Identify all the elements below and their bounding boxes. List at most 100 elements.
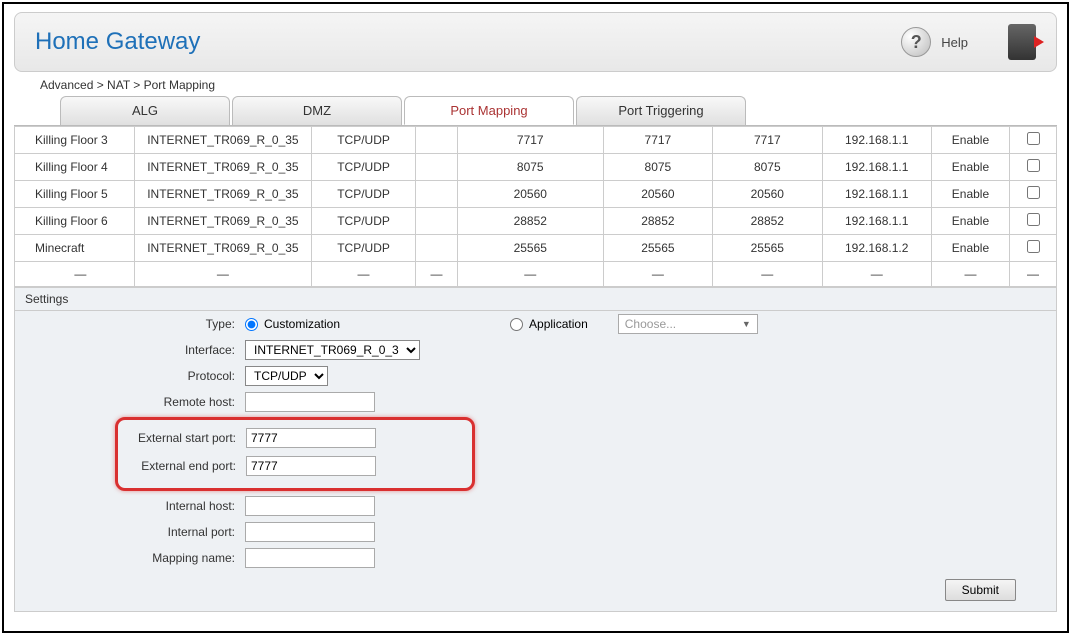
table-row: Killing Floor 5INTERNET_TR069_R_0_35TCP/…	[15, 181, 1057, 208]
row-checkbox[interactable]	[1027, 132, 1040, 145]
cell-blank	[416, 127, 458, 154]
row-checkbox[interactable]	[1027, 240, 1040, 253]
settings-panel: Settings Type: Customization Application…	[14, 287, 1057, 612]
application-select-label: Choose...	[625, 317, 676, 331]
cell-int-host: 192.168.1.1	[822, 181, 931, 208]
breadcrumb: Advanced > NAT > Port Mapping	[40, 78, 1067, 92]
sep-cell: —	[603, 262, 712, 287]
radio-customization[interactable]	[245, 318, 258, 331]
radio-application[interactable]	[510, 318, 523, 331]
internal-host-input[interactable]	[245, 496, 375, 516]
cell-checkbox	[1010, 208, 1057, 235]
cell-enable: Enable	[931, 208, 1009, 235]
app-title: Home Gateway	[35, 28, 200, 56]
table-row: Killing Floor 3INTERNET_TR069_R_0_35TCP/…	[15, 127, 1057, 154]
cell-blank	[416, 235, 458, 262]
table-row: MinecraftINTERNET_TR069_R_0_35TCP/UDP 255…	[15, 235, 1057, 262]
cell-int-port: 7717	[713, 127, 822, 154]
cell-name: Killing Floor 3	[15, 127, 135, 154]
external-start-port-input[interactable]	[246, 428, 376, 448]
cell-checkbox	[1010, 181, 1057, 208]
cell-checkbox	[1010, 127, 1057, 154]
internal-port-input[interactable]	[245, 522, 375, 542]
cell-name: Killing Floor 5	[15, 181, 135, 208]
table-row: Killing Floor 6INTERNET_TR069_R_0_35TCP/…	[15, 208, 1057, 235]
row-checkbox[interactable]	[1027, 186, 1040, 199]
label-interface: Interface:	[15, 343, 245, 357]
tab-dmz[interactable]: DMZ	[232, 96, 402, 125]
sep-cell: —	[311, 262, 415, 287]
cell-enable: Enable	[931, 154, 1009, 181]
mapping-name-input[interactable]	[245, 548, 375, 568]
cell-enable: Enable	[931, 235, 1009, 262]
cell-int-port: 25565	[713, 235, 822, 262]
label-type: Type:	[15, 317, 245, 331]
sep-cell: —	[134, 262, 311, 287]
row-checkbox[interactable]	[1027, 159, 1040, 172]
cell-ext-sport: 8075	[603, 154, 712, 181]
application-select[interactable]: Choose... ▼	[618, 314, 758, 334]
cell-interface: INTERNET_TR069_R_0_35	[134, 181, 311, 208]
sep-cell: —	[416, 262, 458, 287]
protocol-select[interactable]: TCP/UDP	[245, 366, 328, 386]
cell-interface: INTERNET_TR069_R_0_35	[134, 154, 311, 181]
cell-protocol: TCP/UDP	[311, 154, 415, 181]
port-mapping-table: Killing Floor 3INTERNET_TR069_R_0_35TCP/…	[14, 126, 1057, 287]
label-ext-start: External start port:	[126, 431, 246, 445]
cell-int-host: 192.168.1.1	[822, 154, 931, 181]
cell-interface: INTERNET_TR069_R_0_35	[134, 235, 311, 262]
cell-ext-port: 28852	[457, 208, 603, 235]
cell-name: Killing Floor 4	[15, 154, 135, 181]
cell-protocol: TCP/UDP	[311, 235, 415, 262]
settings-title: Settings	[15, 288, 1056, 311]
help-label[interactable]: Help	[941, 35, 968, 50]
cell-ext-port: 20560	[457, 181, 603, 208]
cell-int-port: 28852	[713, 208, 822, 235]
cell-blank	[416, 208, 458, 235]
label-protocol: Protocol:	[15, 369, 245, 383]
cell-int-host: 192.168.1.1	[822, 127, 931, 154]
sep-cell: —	[457, 262, 603, 287]
help-icon[interactable]: ?	[901, 27, 931, 57]
separator-row: ——————————	[15, 262, 1057, 287]
cell-enable: Enable	[931, 127, 1009, 154]
cell-checkbox	[1010, 154, 1057, 181]
cell-name: Killing Floor 6	[15, 208, 135, 235]
header: Home Gateway ? Help	[14, 12, 1057, 72]
cell-int-port: 20560	[713, 181, 822, 208]
radio-customization-label: Customization	[264, 317, 340, 331]
external-end-port-input[interactable]	[246, 456, 376, 476]
submit-button[interactable]: Submit	[945, 579, 1016, 601]
cell-int-host: 192.168.1.2	[822, 235, 931, 262]
label-internal-port: Internal port:	[15, 525, 245, 539]
cell-blank	[416, 154, 458, 181]
cell-blank	[416, 181, 458, 208]
cell-int-port: 8075	[713, 154, 822, 181]
logout-icon[interactable]	[1008, 24, 1036, 60]
cell-checkbox	[1010, 235, 1057, 262]
sep-cell: —	[931, 262, 1009, 287]
cell-ext-sport: 7717	[603, 127, 712, 154]
cell-interface: INTERNET_TR069_R_0_35	[134, 208, 311, 235]
cell-ext-sport: 25565	[603, 235, 712, 262]
label-internal-host: Internal host:	[15, 499, 245, 513]
cell-enable: Enable	[931, 181, 1009, 208]
highlight-annotation: External start port: External end port:	[115, 417, 475, 491]
cell-name: Minecraft	[15, 235, 135, 262]
sep-cell: —	[713, 262, 822, 287]
sep-cell: —	[822, 262, 931, 287]
tab-port-mapping[interactable]: Port Mapping	[404, 96, 574, 125]
sep-cell: —	[15, 262, 135, 287]
table-row: Killing Floor 4INTERNET_TR069_R_0_35TCP/…	[15, 154, 1057, 181]
label-remote-host: Remote host:	[15, 395, 245, 409]
radio-application-label: Application	[529, 317, 588, 331]
chevron-down-icon: ▼	[742, 319, 751, 329]
tab-port-triggering[interactable]: Port Triggering	[576, 96, 746, 125]
cell-ext-port: 8075	[457, 154, 603, 181]
remote-host-input[interactable]	[245, 392, 375, 412]
tab-alg[interactable]: ALG	[60, 96, 230, 125]
cell-ext-sport: 28852	[603, 208, 712, 235]
row-checkbox[interactable]	[1027, 213, 1040, 226]
label-ext-end: External end port:	[126, 459, 246, 473]
interface-select[interactable]: INTERNET_TR069_R_0_35	[245, 340, 420, 360]
